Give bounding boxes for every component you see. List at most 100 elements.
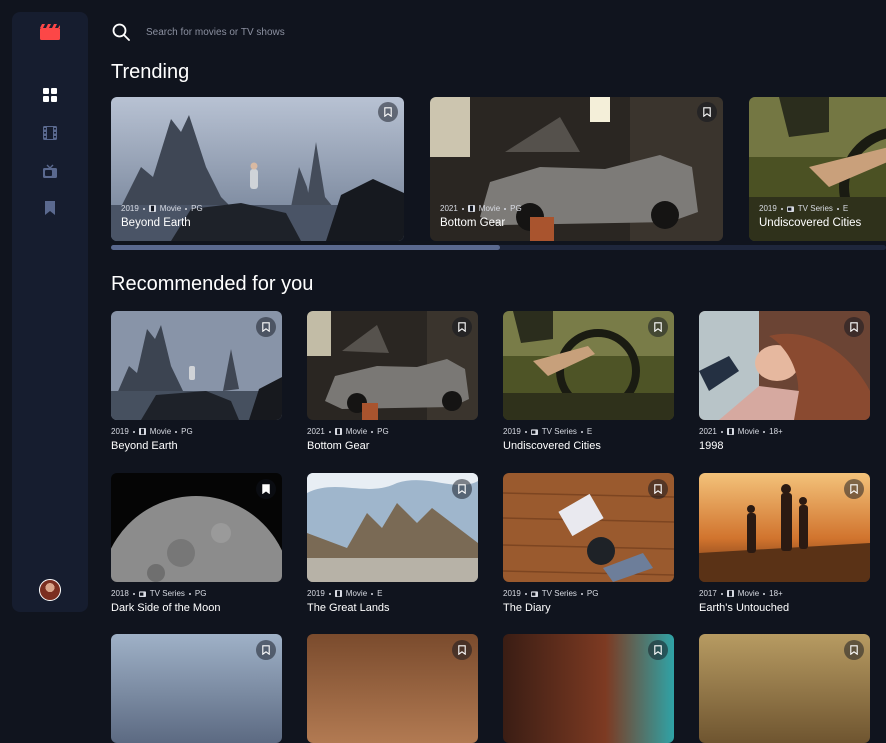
category-label: Movie: [345, 589, 368, 598]
bookmark-button[interactable]: [378, 102, 398, 122]
bookmark-icon: [262, 322, 270, 332]
bookmark-icon: [458, 322, 466, 332]
card-title: Bottom Gear: [307, 440, 370, 452]
category-label: TV Series: [541, 589, 577, 598]
bookmark-icon: [850, 645, 858, 655]
rating-label: E: [377, 589, 383, 598]
bookmark-button[interactable]: [697, 102, 717, 122]
card-title: Beyond Earth: [111, 440, 178, 452]
search-input[interactable]: [146, 22, 746, 42]
trending-title: Bottom Gear: [440, 217, 506, 229]
trending-carousel[interactable]: 2019 Movie PG Beyond Earth 2021 Movie PG Bot…: [111, 97, 886, 241]
trending-scrollbar[interactable]: [111, 245, 886, 250]
card-title: 1998: [699, 440, 724, 452]
bookmark-icon: [850, 322, 858, 332]
trending-heading: Trending: [111, 61, 190, 83]
search-bar: [112, 22, 832, 42]
category-label: Movie: [159, 204, 182, 213]
nav-bookmarks-bookmark-icon[interactable]: [43, 201, 57, 215]
recommended-card[interactable]: [307, 634, 478, 743]
bookmark-button[interactable]: [648, 640, 668, 660]
recommended-card[interactable]: 2021 Movie PG Bottom Gear: [307, 311, 478, 452]
recommended-card[interactable]: [503, 634, 674, 743]
bookmark-button[interactable]: [452, 640, 472, 660]
film-icon: [335, 590, 342, 597]
nav-movies-film-icon[interactable]: [43, 126, 57, 140]
recommended-card[interactable]: 2019 TV Series PG The Diary: [503, 473, 674, 614]
bookmark-button[interactable]: [452, 479, 472, 499]
recommended-card[interactable]: 2019 Movie E The Great Lands: [307, 473, 478, 614]
scrollbar-thumb[interactable]: [111, 245, 500, 250]
year-label: 2019: [307, 589, 325, 598]
trending-info: 2019 Movie PG Beyond Earth: [121, 204, 203, 229]
film-icon: [335, 428, 342, 435]
year-label: 2021: [440, 204, 458, 213]
bookmark-icon: [458, 484, 466, 494]
bookmark-button[interactable]: [256, 640, 276, 660]
category-label: TV Series: [797, 204, 833, 213]
recommended-card[interactable]: 2019 Movie PG Beyond Earth: [111, 311, 282, 452]
bookmark-icon: [384, 107, 392, 117]
rating-label: PG: [586, 589, 599, 598]
tv-icon: [531, 428, 538, 435]
bookmark-button[interactable]: [452, 317, 472, 337]
tv-icon: [531, 590, 538, 597]
bookmark-icon: [262, 645, 270, 655]
rating-label: PG: [510, 204, 522, 213]
film-slate-icon[interactable]: [40, 24, 60, 40]
nav-home-grid-icon[interactable]: [43, 88, 57, 102]
rating-label: PG: [377, 427, 389, 436]
sidebar: [12, 12, 88, 612]
bookmark-icon: [654, 484, 662, 494]
trending-info: 2019 TV Series E Undiscovered Cities: [759, 204, 861, 229]
bookmark-icon: [654, 645, 662, 655]
trending-title: Undiscovered Cities: [759, 217, 862, 229]
year-label: 2021: [699, 427, 717, 436]
trending-info: 2021 Movie PG Bottom Gear: [440, 204, 522, 229]
film-icon: [727, 428, 734, 435]
trending-card[interactable]: 2019 TV Series E Undiscovered Cities: [749, 97, 886, 241]
bookmarked-icon: [262, 484, 270, 494]
recommended-card[interactable]: 2018 TV Series PG Dark Side of the Moon: [111, 473, 282, 614]
year-label: 2019: [503, 589, 521, 598]
trending-card[interactable]: 2021 Movie PG Bottom Gear: [430, 97, 723, 241]
search-icon: [112, 23, 130, 41]
rating-label: PG: [194, 589, 207, 598]
nav-tv-series-tv-icon[interactable]: [43, 164, 57, 178]
category-label: TV Series: [149, 589, 185, 598]
film-icon: [727, 590, 734, 597]
rating-label: PG: [181, 427, 193, 436]
bookmark-icon: [458, 645, 466, 655]
card-title: Earth's Untouched: [699, 602, 790, 614]
trending-card[interactable]: 2019 Movie PG Beyond Earth: [111, 97, 404, 241]
rating-label: PG: [191, 204, 203, 213]
card-title: Dark Side of the Moon: [111, 602, 221, 614]
recommended-card[interactable]: [111, 634, 282, 743]
tv-icon: [787, 205, 794, 212]
recommended-card[interactable]: 2019 TV Series E Undiscovered Cities: [503, 311, 674, 452]
rating-label: 18+: [769, 427, 783, 436]
bookmark-button[interactable]: [844, 479, 864, 499]
card-title: Undiscovered Cities: [503, 440, 601, 452]
bookmark-button[interactable]: [844, 640, 864, 660]
recommended-card[interactable]: 2017 Movie 18+ Earth's Untouched: [699, 473, 870, 614]
bookmark-icon: [703, 107, 711, 117]
bookmark-button[interactable]: [648, 479, 668, 499]
year-label: 2019: [121, 204, 139, 213]
bookmark-button[interactable]: [256, 317, 276, 337]
user-avatar[interactable]: [39, 579, 61, 601]
bookmark-button[interactable]: [256, 479, 276, 499]
year-label: 2017: [699, 589, 717, 598]
recommended-card[interactable]: [699, 634, 870, 743]
bookmark-button[interactable]: [844, 317, 864, 337]
film-icon: [139, 428, 146, 435]
card-title: The Great Lands: [307, 602, 390, 614]
year-label: 2019: [503, 427, 521, 436]
category-label: TV Series: [541, 427, 577, 436]
category-label: Movie: [345, 427, 368, 436]
bookmark-icon: [654, 322, 662, 332]
bookmark-button[interactable]: [648, 317, 668, 337]
rating-label: 18+: [769, 589, 783, 598]
year-label: 2018: [111, 589, 129, 598]
recommended-card[interactable]: 2021 Movie 18+ 1998: [699, 311, 870, 452]
